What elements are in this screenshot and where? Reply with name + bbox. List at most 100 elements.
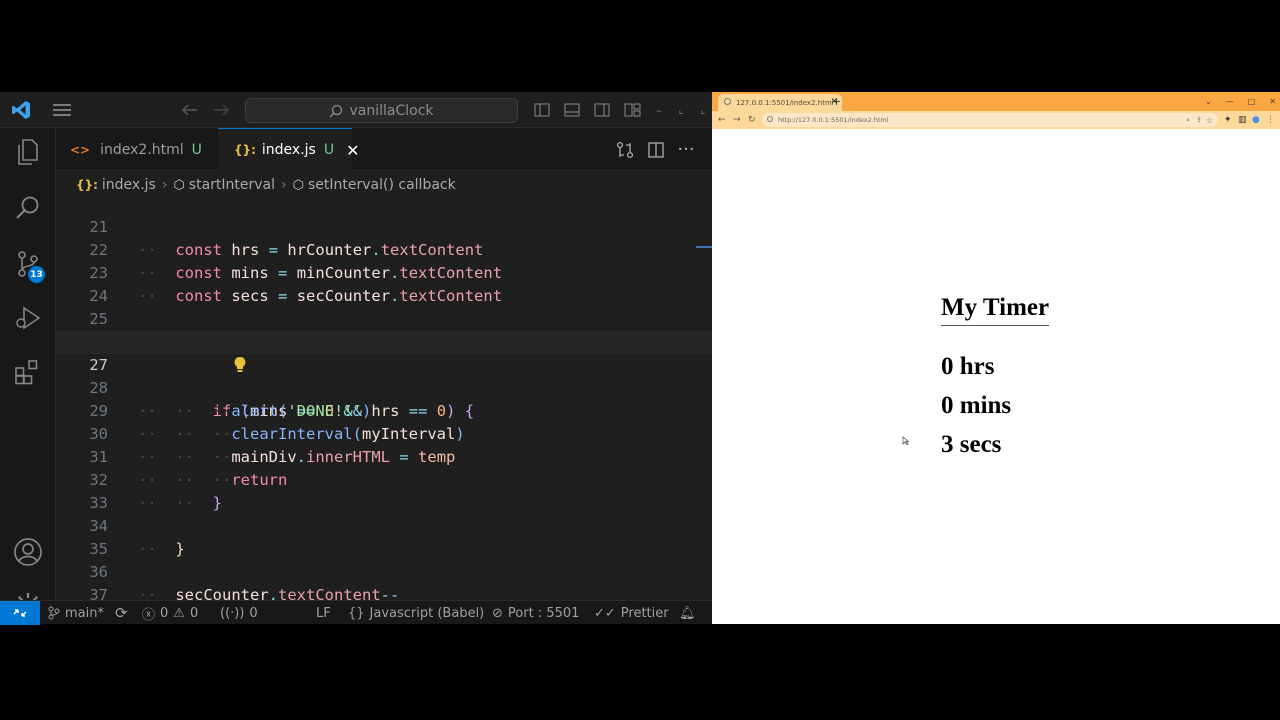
maximize-icon[interactable]: ⌞ <box>674 92 688 128</box>
close-window-icon[interactable]: ✕ <box>1269 97 1276 106</box>
minimize-icon[interactable]: — <box>1226 97 1234 106</box>
bookmark-star-icon[interactable]: ☆ <box>1206 116 1213 125</box>
code-line: 21 ·· const hrs = hrCounter.textContent <box>56 199 712 259</box>
remote-indicator-icon[interactable] <box>0 601 40 625</box>
js-file-icon: {}: <box>76 178 98 192</box>
toggle-panel-icon[interactable] <box>562 92 582 128</box>
function-cube-icon: ⬡ <box>173 177 185 193</box>
reload-icon[interactable]: ↻ <box>748 111 756 129</box>
scrollbar-marker <box>696 246 712 248</box>
prettier-status[interactable]: ✓✓ Prettier <box>594 601 669 625</box>
extensions-icon[interactable] <box>0 348 56 396</box>
toggle-secondary-sidebar-icon[interactable] <box>592 92 612 128</box>
compare-changes-icon[interactable] <box>614 128 636 171</box>
vscode-logo-icon <box>8 92 34 128</box>
language-mode: Javascript (Babel) <box>369 605 485 621</box>
search-placeholder: vanillaClock <box>349 102 434 119</box>
toggle-primary-sidebar-icon[interactable] <box>532 92 552 128</box>
forward-icon[interactable]: → <box>733 111 741 129</box>
live-server-port: Port : 5501 <box>507 605 580 621</box>
new-tab-icon[interactable]: + <box>832 92 841 111</box>
back-icon[interactable]: ← <box>718 111 726 129</box>
site-info-icon[interactable] <box>767 116 773 122</box>
error-icon: ⓧ <box>142 607 156 623</box>
browser-window: 127.0.0.1:5501/index2.html ✕ + ⌄ — □ ✕ ←… <box>712 92 1280 624</box>
code-line: 23 ·· const secs = secCounter.textConten… <box>56 239 712 305</box>
tab-index2-html[interactable]: <> index2.html U <box>56 128 218 171</box>
search-icon <box>330 104 343 117</box>
breadcrumb-file[interactable]: index.js <box>102 177 156 193</box>
line-number: 37 <box>89 586 108 600</box>
branch-status[interactable]: main* ⟳ <box>48 601 128 625</box>
back-icon[interactable] <box>180 92 200 128</box>
formatter-name: Prettier <box>620 605 669 621</box>
more-actions-icon[interactable]: ··· <box>675 128 697 171</box>
close-tab-icon[interactable]: ✕ <box>346 141 359 160</box>
language-status[interactable]: {} Javascript (Babel) <box>348 601 484 625</box>
tab-search-icon[interactable]: ⌄ <box>1205 97 1212 106</box>
braces-icon: {} <box>348 605 365 621</box>
warning-icon: ⚠ <box>173 605 185 621</box>
notifications-bell-icon[interactable]: 🔔︎ <box>679 601 696 625</box>
tab-status: U <box>323 142 335 158</box>
desktop: vanillaClock – ⌞ ⌞ 13 <> index2.html U {… <box>0 0 1280 720</box>
warning-count: 0 <box>189 605 199 621</box>
ports-status[interactable]: ((·)) 0 <box>220 601 258 625</box>
extensions-puzzle-icon[interactable]: ✦ <box>1224 111 1232 129</box>
window-controls: ⌄ — □ ✕ <box>1205 92 1276 111</box>
code-line: 29 ·· ·· ··clearInterval(myInterval) <box>56 377 712 443</box>
code-line-current: 27 ·· ·· if (mins == 0 && hrs == 0) { <box>56 331 712 420</box>
code-editor[interactable]: 21 ·· const hrs = hrCounter.textContent … <box>56 199 712 600</box>
share-icon[interactable]: ⇪ <box>1196 116 1202 124</box>
chevron-right-icon: › <box>281 177 287 193</box>
search-icon[interactable] <box>0 184 56 232</box>
js-file-icon: {}: <box>234 143 256 157</box>
url-text: http://127.0.0.1:5501/index2.html <box>778 116 889 124</box>
address-bar[interactable]: http://127.0.0.1:5501/index2.html ⌕ ⇪ ☆ <box>762 113 1218 127</box>
function-cube-icon: ⬡ <box>292 177 304 193</box>
customize-layout-icon[interactable] <box>622 92 644 128</box>
broadcast-icon: ((·)) <box>220 605 245 621</box>
sync-icon[interactable]: ⟳ <box>115 604 128 622</box>
split-editor-icon[interactable] <box>645 128 667 171</box>
source-control-icon[interactable]: 13 <box>0 240 56 288</box>
tab-index-js[interactable]: {}: index.js U ✕ <box>218 128 359 171</box>
source-control-badge: 13 <box>28 266 45 283</box>
close-window-icon[interactable]: ⌞ <box>696 92 710 128</box>
command-center-search[interactable]: vanillaClock <box>245 98 518 123</box>
code-line: 31 ·· ·· ··return <box>56 423 712 489</box>
menu-icon[interactable] <box>50 92 74 128</box>
minimize-icon[interactable]: – <box>652 92 666 128</box>
code-line: 25 ·· if (secs == 0) { <box>56 285 712 351</box>
code-line: 32 ·· ·· } <box>56 446 712 512</box>
zoom-search-icon[interactable]: ⌕ <box>1186 116 1190 125</box>
code-line: 28 ·· ·· ··alert('DONE!!') <box>56 354 712 420</box>
vscode-window: vanillaClock – ⌞ ⌞ 13 <> index2.html U {… <box>0 92 712 625</box>
breadcrumb-callback[interactable]: setInterval() callback <box>308 177 456 193</box>
browser-menu-icon[interactable]: ⋮ <box>1266 111 1275 129</box>
side-panel-icon[interactable]: ▥ <box>1238 111 1247 129</box>
live-server-status[interactable]: ⊘ Port : 5501 <box>492 601 579 625</box>
code-token: -- <box>380 586 400 600</box>
browser-toolbar: ← → ↻ http://127.0.0.1:5501/index2.html … <box>712 111 1280 129</box>
ports-count: 0 <box>249 605 258 621</box>
browser-tab-strip: 127.0.0.1:5501/index2.html ✕ + ⌄ — □ ✕ <box>712 92 1280 111</box>
profile-avatar[interactable]: ● <box>1252 111 1260 129</box>
activity-bar: 13 <box>0 128 56 619</box>
eol-status[interactable]: LF <box>316 601 331 625</box>
tab-label: index.js <box>261 142 316 158</box>
status-bar: main* ⟳ ⓧ 0 ⚠ 0 ((·)) 0 LF {} Javascript (Ba… <box>0 600 712 625</box>
chevron-right-icon: › <box>161 177 168 193</box>
run-debug-icon[interactable] <box>0 294 56 342</box>
accounts-icon[interactable] <box>0 528 56 576</box>
breadcrumb: {}: index.js › ⬡ startInterval › ⬡ setIn… <box>56 171 712 199</box>
tab-status: U <box>191 141 202 158</box>
explorer-icon[interactable] <box>0 128 56 176</box>
seconds-counter: 3 secs <box>941 431 1002 458</box>
browser-tab[interactable]: 127.0.0.1:5501/index2.html ✕ <box>718 94 842 111</box>
globe-icon <box>724 98 731 105</box>
maximize-icon[interactable]: □ <box>1248 97 1256 106</box>
forward-icon[interactable] <box>211 92 231 128</box>
problems-status[interactable]: ⓧ 0 ⚠ 0 <box>142 601 198 625</box>
breadcrumb-function[interactable]: startInterval <box>189 177 275 193</box>
